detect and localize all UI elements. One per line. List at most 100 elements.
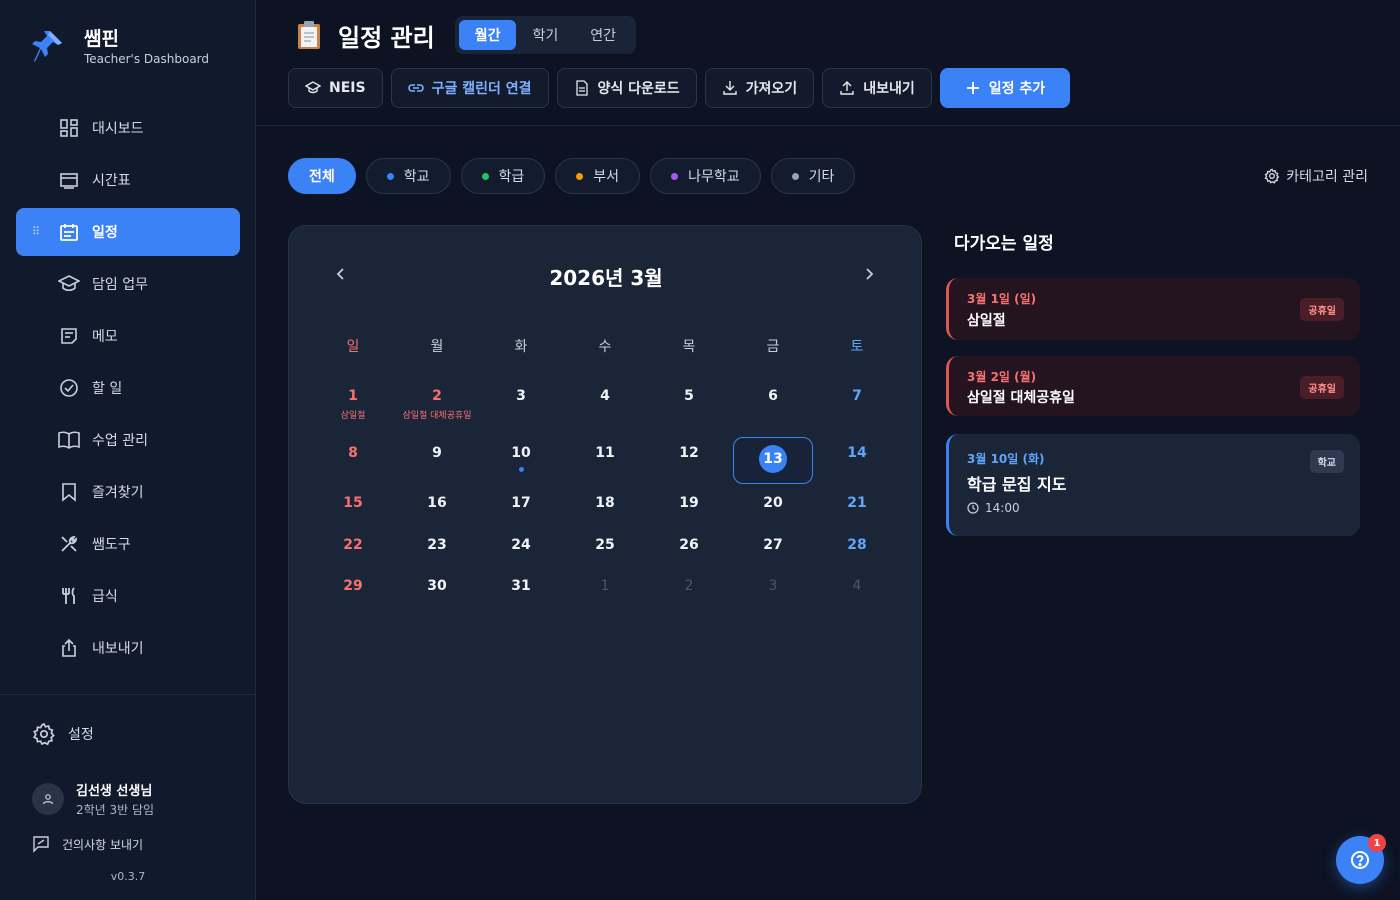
calendar-day[interactable]: 21 (815, 485, 899, 527)
template-download-button[interactable]: 양식 다운로드 (556, 68, 697, 108)
share-icon (58, 637, 80, 659)
google-calendar-button[interactable]: 구글 캘린더 연결 (390, 68, 549, 108)
sidebar-item-tools[interactable]: 쌤도구 (16, 520, 240, 568)
calendar-day[interactable]: 16 (395, 485, 479, 527)
calendar-day[interactable]: 28 (815, 527, 899, 568)
calendar-day[interactable]: 7 (815, 378, 899, 435)
sidebar-item-todo[interactable]: 할 일 (16, 364, 240, 412)
calendar-day[interactable]: 22 (311, 527, 395, 568)
calendar-day[interactable]: 8 (311, 435, 395, 485)
calendar-day[interactable]: 15 (311, 485, 395, 527)
feedback-label: 건의사항 보내기 (62, 837, 144, 852)
calendar-day-outside[interactable]: 4 (815, 568, 899, 610)
user-profile[interactable]: 김선생 선생님 2학년 3반 담임 (32, 780, 154, 818)
sidebar-item-memo[interactable]: 메모 (16, 312, 240, 360)
calendar-day-outside[interactable]: 1 (563, 568, 647, 610)
google-calendar-label: 구글 캘린더 연결 (431, 81, 532, 97)
calendar-day[interactable]: 19 (647, 485, 731, 527)
calendar-day[interactable]: 5 (647, 378, 731, 435)
calendar-day[interactable]: 6 (731, 378, 815, 435)
sidebar-item-homeroom[interactable]: 담임 업무 (16, 260, 240, 308)
filter-class[interactable]: 학급 (460, 158, 546, 194)
calendar-day[interactable]: 25 (563, 527, 647, 568)
filter-all[interactable]: 전체 (288, 158, 356, 194)
event-name: 학급 문집 지도 (967, 475, 1067, 494)
calendar-day[interactable]: 14 (815, 435, 899, 485)
sidebar-item-schedule[interactable]: ⠿ 일정 (16, 208, 240, 256)
tab-semester[interactable]: 학기 (516, 20, 574, 50)
calendar-day[interactable]: 23 (395, 527, 479, 568)
calendar-day[interactable]: 26 (647, 527, 731, 568)
sidebar-item-bookmarks[interactable]: 즐겨찾기 (16, 468, 240, 516)
add-event-button[interactable]: 일정 추가 (939, 68, 1071, 108)
calendar-day-outside[interactable]: 3 (731, 568, 815, 610)
drag-handle-icon[interactable]: ⠿ (32, 225, 41, 239)
category-manage-label: 카테고리 관리 (1286, 169, 1368, 185)
upcoming-event-card[interactable]: 3월 1일 (일) 삼일절 공휴일 (946, 278, 1360, 340)
calendar-day[interactable]: 9 (395, 435, 479, 485)
feedback-button[interactable]: 건의사항 보내기 (32, 835, 143, 853)
upcoming-event-card[interactable]: 3월 10일 (화) 학급 문집 지도 학교 14:00 (946, 434, 1360, 536)
sidebar-item-label: 시간표 (92, 173, 131, 189)
neis-button[interactable]: NEIS (288, 68, 383, 108)
sidebar-item-label: 내보내기 (92, 641, 144, 657)
category-manage-button[interactable]: 카테고리 관리 (1264, 166, 1368, 186)
category-dot (671, 172, 679, 180)
calendar-day[interactable]: 18 (563, 485, 647, 527)
day-number: 16 (427, 495, 447, 511)
clock-icon (967, 502, 979, 514)
filter-department[interactable]: 부서 (555, 158, 641, 194)
filter-etc[interactable]: 기타 (770, 158, 856, 194)
settings-button[interactable]: 설정 (32, 722, 94, 746)
calendar-day[interactable]: 3 (479, 378, 563, 435)
export-button[interactable]: 내보내기 (822, 68, 932, 108)
sidebar-item-timetable[interactable]: 시간표 (16, 156, 240, 204)
calendar-day[interactable]: 24 (479, 527, 563, 568)
calendar-week: 29 30 31 1 2 3 4 (311, 568, 899, 610)
calendar-day[interactable]: 31 (479, 568, 563, 610)
upcoming-event-card[interactable]: 3월 2일 (월) 삼일절 대체공휴일 공휴일 (946, 356, 1360, 416)
next-month-button[interactable] (857, 262, 881, 286)
calendar-week: 8 9 10 11 12 13 14 (311, 435, 899, 485)
sidebar-item-label: 수업 관리 (92, 433, 148, 449)
filter-label: 부서 (593, 169, 620, 185)
calendar-day[interactable]: 20 (731, 485, 815, 527)
calendar-day[interactable]: 27 (731, 527, 815, 568)
calendar-day[interactable]: 4 (563, 378, 647, 435)
sidebar-item-export[interactable]: 내보내기 (16, 624, 240, 672)
sidebar-item-label: 담임 업무 (92, 277, 148, 293)
event-date: 3월 2일 (월) (967, 370, 1037, 384)
event-dot (519, 467, 524, 472)
filter-label: 학교 (403, 169, 430, 185)
sidebar-divider (0, 694, 256, 695)
calendar-day[interactable]: 12 (647, 435, 731, 485)
calendar-day[interactable]: 1 삼일절 (311, 378, 395, 435)
filter-school[interactable]: 학교 (365, 158, 451, 194)
brand-subtitle: Teacher's Dashboard (84, 52, 210, 66)
calendar-day[interactable]: 17 (479, 485, 563, 527)
category-filters: 전체 학교 학급 부서 나무학교 기타 (288, 158, 865, 194)
calendar-day[interactable]: 29 (311, 568, 395, 610)
day-number: 5 (684, 388, 694, 404)
calendar-day[interactable]: 11 (563, 435, 647, 485)
day-number: 2 (432, 388, 442, 404)
brand[interactable]: 쌤핀 Teacher's Dashboard (32, 28, 209, 66)
tab-monthly[interactable]: 월간 (458, 20, 517, 50)
help-button[interactable]: 1 (1336, 834, 1386, 884)
calendar-day[interactable]: 30 (395, 568, 479, 610)
sidebar-item-dashboard[interactable]: 대시보드 (16, 104, 240, 152)
weekday-label: 토 (850, 339, 864, 355)
import-button[interactable]: 가져오기 (704, 68, 815, 108)
sidebar-item-label: 즐겨찾기 (92, 485, 144, 501)
sidebar-item-lessons[interactable]: 수업 관리 (16, 416, 240, 464)
calendar-day[interactable]: 10 (479, 435, 563, 485)
tab-yearly[interactable]: 연간 (574, 20, 632, 50)
holiday-label: 삼일절 (340, 411, 366, 421)
calendar-day-today[interactable]: 13 (731, 435, 815, 485)
calendar-day[interactable]: 2 삼일절 대체공휴일 (395, 378, 479, 435)
day-number: 10 (511, 445, 531, 461)
sidebar-item-meals[interactable]: 급식 (16, 572, 240, 620)
version-label: v0.3.7 (110, 870, 146, 883)
filter-namu-school[interactable]: 나무학교 (650, 158, 761, 194)
calendar-day-outside[interactable]: 2 (647, 568, 731, 610)
